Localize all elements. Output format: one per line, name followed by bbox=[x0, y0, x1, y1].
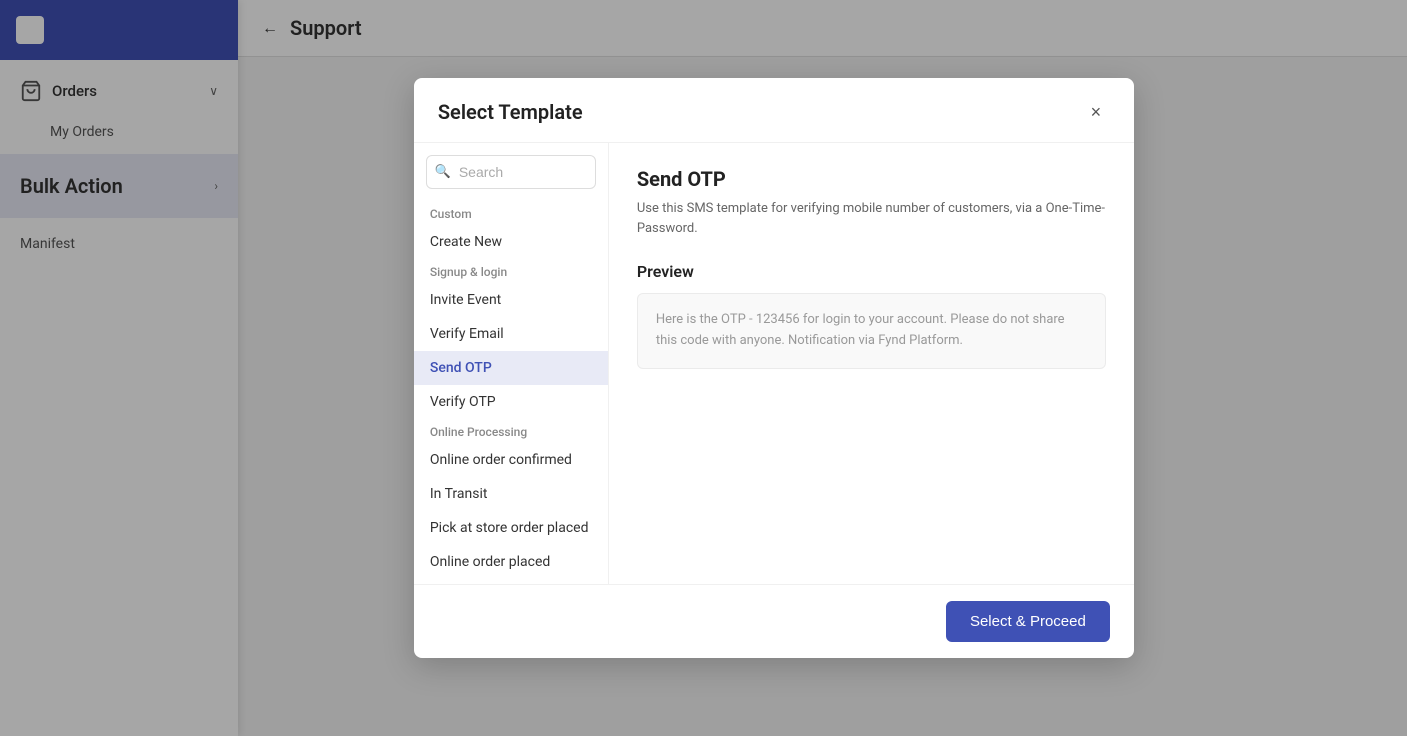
template-name: Send OTP bbox=[637, 167, 1106, 191]
template-item-send-otp[interactable]: Send OTP bbox=[414, 351, 608, 385]
template-item-verify-otp[interactable]: Verify OTP bbox=[414, 385, 608, 419]
select-template-modal: Select Template × 🔍 Custom Create New Si… bbox=[414, 78, 1134, 658]
preview-box: Here is the OTP - 123456 for login to yo… bbox=[637, 293, 1106, 369]
modal-close-button[interactable]: × bbox=[1082, 98, 1110, 126]
search-box: 🔍 bbox=[426, 155, 596, 189]
modal-footer: Select & Proceed bbox=[414, 584, 1134, 658]
template-item-verify-email[interactable]: Verify Email bbox=[414, 317, 608, 351]
category-online-processing-label: Online Processing bbox=[414, 419, 608, 443]
preview-label: Preview bbox=[637, 262, 1106, 281]
search-icon: 🔍 bbox=[435, 165, 451, 180]
search-input[interactable] bbox=[426, 155, 596, 189]
modal-header: Select Template × bbox=[414, 78, 1134, 143]
template-detail-panel: Send OTP Use this SMS template for verif… bbox=[609, 143, 1134, 584]
template-list-panel: 🔍 Custom Create New Signup & login Invit… bbox=[414, 143, 609, 584]
template-item-invite-event[interactable]: Invite Event bbox=[414, 283, 608, 317]
template-item-online-order-confirmed[interactable]: Online order confirmed bbox=[414, 443, 608, 477]
template-item-pick-at-store[interactable]: Pick at store order placed bbox=[414, 511, 608, 545]
template-item-in-transit[interactable]: In Transit bbox=[414, 477, 608, 511]
modal-body: 🔍 Custom Create New Signup & login Invit… bbox=[414, 143, 1134, 584]
select-proceed-button[interactable]: Select & Proceed bbox=[946, 601, 1110, 642]
category-custom-label: Custom bbox=[414, 201, 608, 225]
template-item-online-order-placed[interactable]: Online order placed bbox=[414, 545, 608, 579]
template-description: Use this SMS template for verifying mobi… bbox=[637, 199, 1106, 238]
template-item-create-new[interactable]: Create New bbox=[414, 225, 608, 259]
modal-title: Select Template bbox=[438, 100, 583, 124]
category-signup-label: Signup & login bbox=[414, 259, 608, 283]
